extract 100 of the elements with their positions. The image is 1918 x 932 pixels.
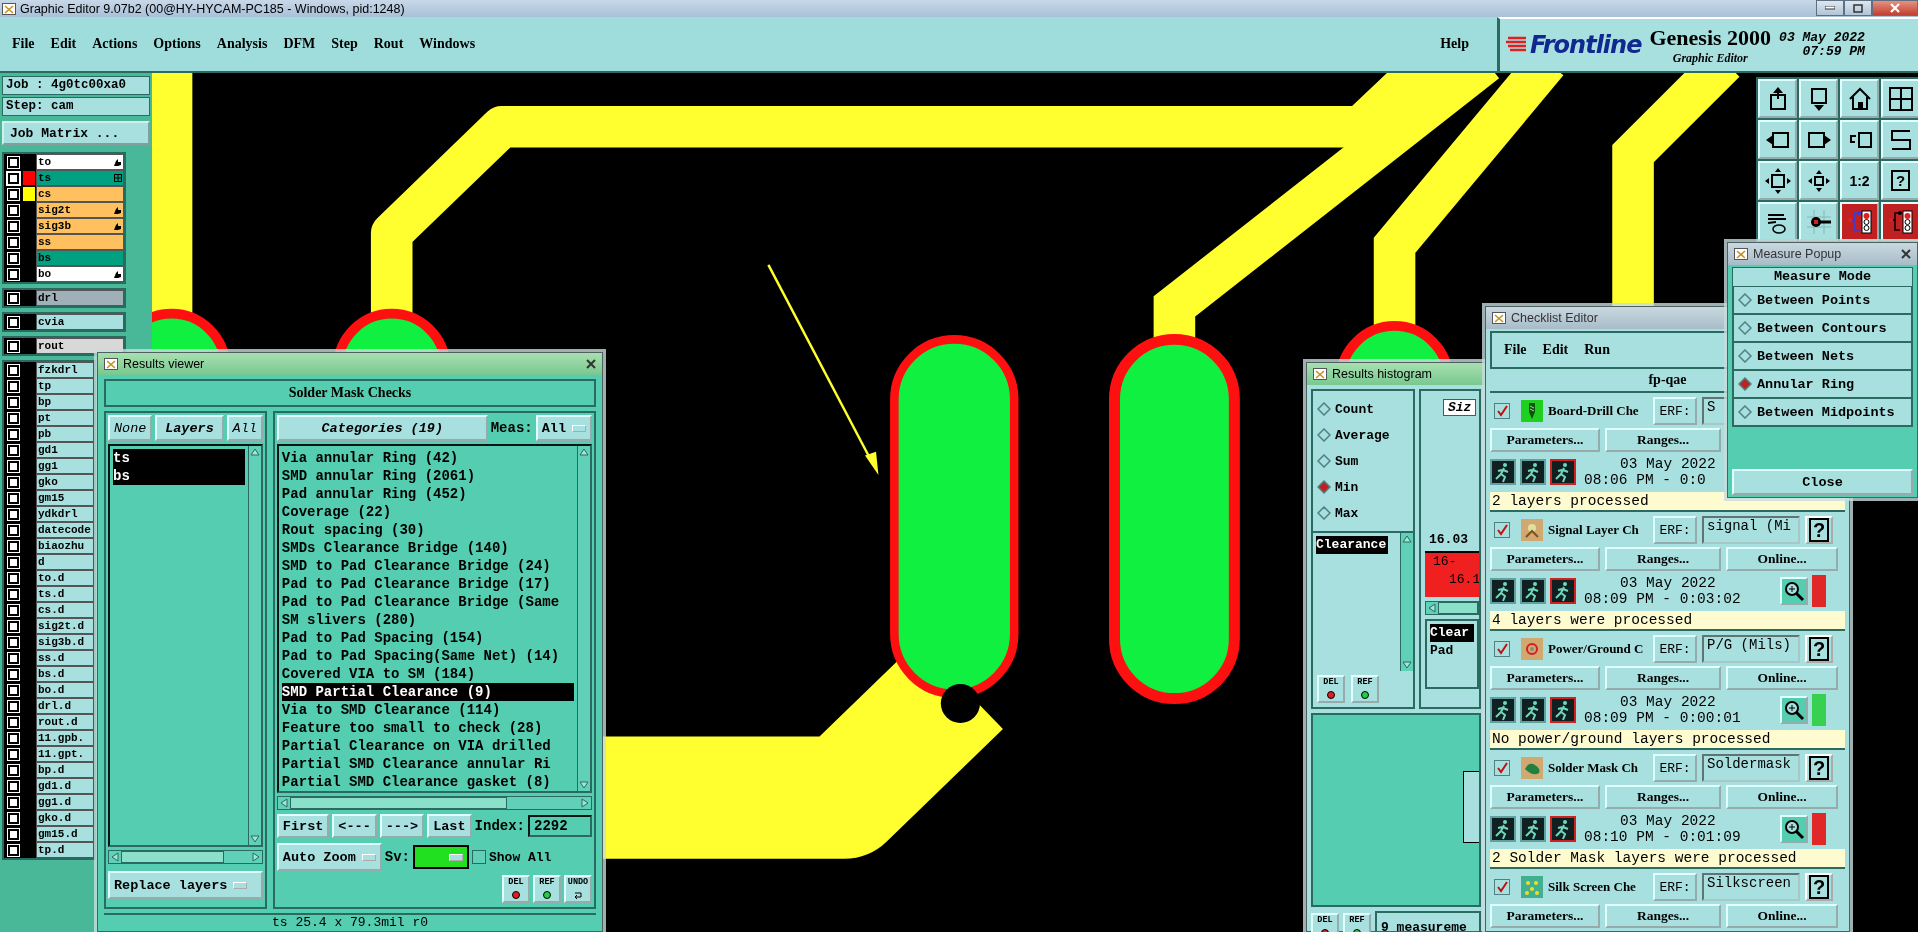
layer-label[interactable]: bs.d (36, 666, 94, 682)
category-item[interactable]: Pad to Pad Spacing (154) (281, 629, 486, 647)
menu-item[interactable]: Edit (44, 33, 83, 55)
categories-button[interactable]: Categories (19) (276, 415, 488, 441)
layer-label[interactable]: bp.d (36, 762, 94, 778)
layer-checkbox[interactable] (8, 460, 19, 472)
replace-layers-dropdown[interactable]: Replace layers (108, 871, 263, 899)
menu-item[interactable]: File (6, 33, 41, 55)
tool-button[interactable]: UNDO (564, 875, 592, 903)
runner-icon[interactable] (1490, 459, 1516, 485)
erf-field[interactable]: Silkscreen (1702, 873, 1800, 901)
menu-item[interactable]: Help (1434, 33, 1475, 55)
layer-label[interactable]: gm15 (36, 490, 94, 506)
layer-checkbox[interactable] (8, 812, 19, 824)
layer-checkbox[interactable] (8, 556, 19, 568)
layer-checkbox[interactable] (8, 364, 19, 376)
erf-button[interactable]: ERF: (1653, 397, 1697, 425)
tool-button[interactable]: REF (1343, 913, 1371, 932)
check-button[interactable]: Parameters... (1490, 904, 1600, 928)
layer-checkbox[interactable] (8, 292, 19, 304)
layer-label[interactable]: bo (36, 266, 124, 282)
layer-label[interactable]: cs (36, 186, 124, 202)
zoom-mode-dropdown[interactable]: Auto Zoom (276, 843, 382, 871)
check-button[interactable]: Online... (1726, 666, 1838, 690)
check-button[interactable]: Ranges... (1605, 547, 1721, 571)
radio-button[interactable] (1738, 321, 1752, 335)
checkbox[interactable] (1494, 760, 1510, 776)
layer-label[interactable]: ss (36, 234, 124, 250)
layer-checkbox[interactable] (8, 652, 19, 664)
layer-label[interactable]: rout (36, 338, 124, 354)
erf-button[interactable]: ERF: (1653, 516, 1697, 544)
layer-label[interactable]: ydkdrl (36, 506, 94, 522)
help-button[interactable]: ? (1805, 516, 1833, 544)
layer-checkbox[interactable] (8, 428, 19, 440)
help-button[interactable]: ? (1805, 754, 1833, 782)
layer-label[interactable]: gg1.d (36, 794, 94, 810)
scroll-arrow-icon[interactable] (249, 851, 262, 863)
checkbox[interactable] (1494, 641, 1510, 657)
category-item[interactable]: SMDs Clearance Bridge (140) (281, 539, 511, 557)
close-icon[interactable] (586, 359, 596, 369)
radio-button[interactable] (1317, 454, 1331, 468)
tool-button[interactable]: DEL (1317, 675, 1345, 703)
index-field[interactable]: 2292 (528, 815, 592, 837)
category-item[interactable]: Via annular Ring (42) (281, 449, 461, 467)
check-button[interactable]: Parameters... (1490, 785, 1600, 809)
horizontal-scrollbar[interactable] (276, 796, 592, 810)
category-item[interactable]: Via to SMD Clearance (114) (281, 701, 503, 719)
toolbar-button[interactable] (1840, 79, 1879, 118)
layer-filter-button[interactable]: All (226, 415, 263, 441)
histogram-bar[interactable]: 16- 16.1 (1425, 551, 1479, 597)
layer-list-item[interactable]: ts (113, 449, 245, 467)
layer-checkbox[interactable] (8, 604, 19, 616)
layer-label[interactable]: rout.d (36, 714, 94, 730)
nav-button[interactable]: Last (427, 814, 472, 838)
menu-item[interactable]: File (1498, 340, 1533, 360)
radio-button[interactable] (1317, 480, 1331, 494)
menu-item[interactable]: Rout (367, 33, 410, 55)
menu-item[interactable]: Edit (1536, 340, 1575, 360)
radio-button[interactable] (1738, 405, 1752, 419)
layer-checkbox[interactable] (8, 828, 19, 840)
category-item[interactable]: SMD to Pad Clearance Bridge (24) (281, 557, 553, 575)
toolbar-button[interactable] (1799, 202, 1838, 241)
toolbar-button[interactable] (1758, 120, 1797, 159)
toolbar-button[interactable] (1840, 120, 1879, 159)
category-item[interactable]: Pad to Pad Spacing(Same Net) (14) (281, 647, 562, 665)
layer-checkbox[interactable] (8, 764, 19, 776)
layer-checkbox[interactable] (8, 316, 19, 328)
toolbar-button[interactable] (1881, 79, 1918, 118)
category-item[interactable]: Pad to Pad Clearance Bridge (17) (281, 575, 553, 593)
menu-item[interactable]: DFM (277, 33, 322, 55)
menu-item[interactable]: Options (147, 33, 207, 55)
layer-label[interactable]: bs (36, 250, 124, 266)
scroll-arrow-icon[interactable] (248, 446, 261, 458)
toolbar-button[interactable] (1881, 202, 1918, 241)
checkbox[interactable] (1494, 879, 1510, 895)
check-button[interactable]: Ranges... (1605, 428, 1721, 452)
layer-checkbox[interactable] (8, 380, 19, 392)
layer-label[interactable]: biaozhu (36, 538, 94, 554)
category-item[interactable]: SMD annular Ring (2061) (281, 467, 478, 485)
toolbar-button[interactable] (1799, 79, 1838, 118)
layer-label[interactable]: fzkdrl (36, 362, 94, 378)
toolbar-button[interactable] (1758, 202, 1797, 241)
measure-item[interactable]: Clearance (1316, 536, 1389, 554)
zoom-button[interactable] (1780, 815, 1808, 843)
toolbar-button[interactable] (1799, 120, 1838, 159)
help-button[interactable]: ? (1805, 873, 1833, 901)
layer-label[interactable]: gm15.d (36, 826, 94, 842)
erf-button[interactable]: ERF: (1653, 873, 1697, 901)
close-button[interactable] (1872, 0, 1918, 16)
erf-field[interactable]: Soldermask (1702, 754, 1800, 782)
category-item[interactable]: SM slivers (280) (281, 611, 419, 629)
horizontal-scrollbar[interactable] (108, 850, 263, 864)
layer-label[interactable]: cvia (36, 314, 124, 330)
radio-button[interactable] (1317, 402, 1331, 416)
layer-label[interactable]: sig2t (36, 202, 124, 218)
radio-button[interactable] (1738, 349, 1752, 363)
scroll-arrow-icon[interactable] (109, 851, 121, 863)
runner-icon[interactable] (1550, 697, 1576, 723)
toolbar-button[interactable] (1758, 161, 1797, 200)
check-button[interactable]: Ranges... (1605, 666, 1721, 690)
